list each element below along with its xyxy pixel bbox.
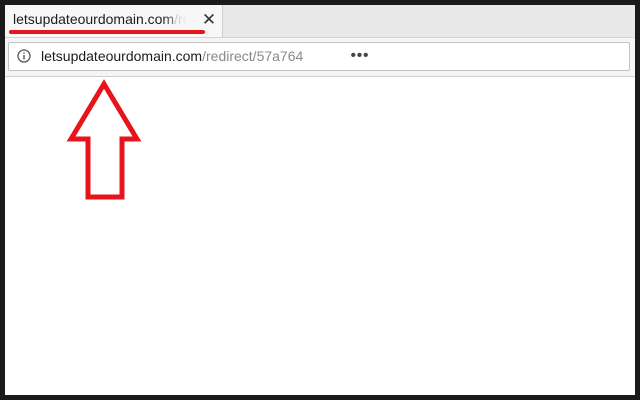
address-bar[interactable]: letsupdateourdomain.com/redirect/57a764 … (8, 42, 630, 71)
tab-title-path: /redirect/57a764 (174, 11, 188, 27)
page-content (5, 77, 635, 395)
browser-window: letsupdateourdomain.com/redirect/57a764 … (5, 5, 635, 395)
url-domain: letsupdateourdomain.com (41, 48, 203, 64)
tab-title-domain: letsupdateourdomain.com (13, 11, 175, 27)
info-icon[interactable] (17, 49, 31, 63)
page-actions-button[interactable]: ••• (349, 46, 371, 66)
close-icon[interactable]: ✕ (201, 11, 217, 29)
navigation-bar: letsupdateourdomain.com/redirect/57a764 … (5, 38, 635, 77)
tab-strip: letsupdateourdomain.com/redirect/57a764 … (5, 5, 635, 38)
tab-title: letsupdateourdomain.com/redirect/57a764 (13, 11, 188, 27)
browser-tab[interactable]: letsupdateourdomain.com/redirect/57a764 … (5, 5, 223, 37)
url-path: /redirect/57a764 (202, 48, 304, 64)
tab-title-underline (9, 30, 205, 34)
url-text[interactable]: letsupdateourdomain.com/redirect/57a764 (41, 48, 341, 64)
